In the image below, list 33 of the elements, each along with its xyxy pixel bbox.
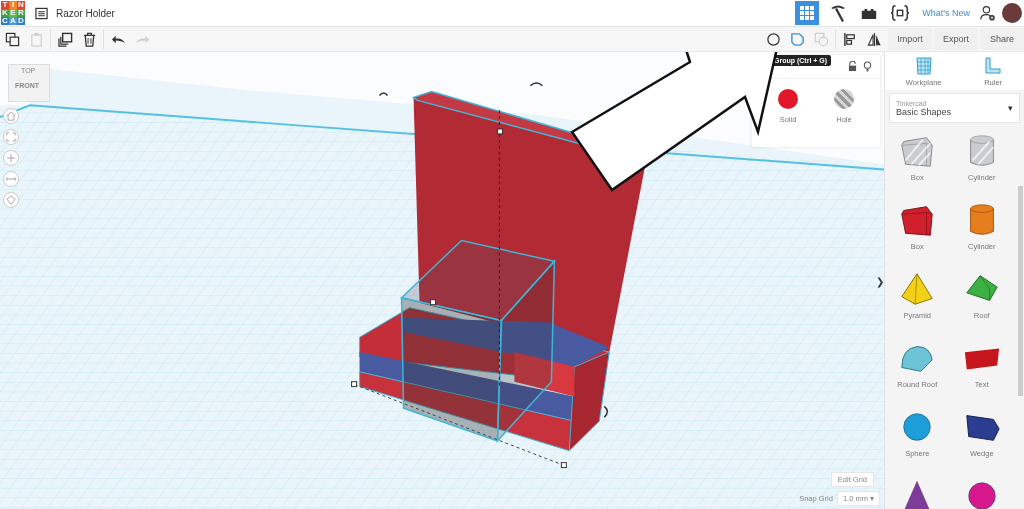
group-icon bbox=[789, 31, 805, 47]
ruler-icon bbox=[983, 56, 1004, 76]
mirror-icon bbox=[866, 31, 882, 47]
duplicate-icon bbox=[57, 31, 73, 47]
grid-plane-icon bbox=[913, 56, 934, 76]
minus-icon bbox=[6, 174, 16, 184]
paste-icon bbox=[28, 31, 44, 47]
lock-icon[interactable] bbox=[848, 61, 857, 72]
brick-icon bbox=[860, 6, 879, 20]
tinkercad-logo[interactable]: T I N K E R C A D bbox=[1, 1, 25, 25]
grid-view-button[interactable] bbox=[795, 1, 820, 25]
plus-icon bbox=[6, 153, 16, 163]
solid-color-swatch[interactable] bbox=[778, 89, 798, 109]
import-button[interactable]: Import bbox=[888, 28, 932, 50]
hole-color-swatch[interactable] bbox=[834, 89, 854, 109]
ungroup-icon bbox=[813, 31, 829, 47]
grid-icon bbox=[799, 5, 816, 21]
design-title[interactable]: Razor Holder bbox=[56, 7, 115, 19]
align-icon bbox=[842, 31, 858, 47]
share-button[interactable]: Share bbox=[980, 28, 1024, 50]
fit-icon bbox=[6, 132, 16, 142]
code-braces-icon bbox=[890, 4, 911, 22]
diamond-icon bbox=[6, 195, 16, 205]
whats-new-link[interactable]: What's New bbox=[922, 8, 970, 18]
list-icon[interactable] bbox=[35, 6, 48, 20]
light-bulb-icon[interactable] bbox=[863, 61, 872, 72]
export-button[interactable]: Export bbox=[934, 28, 978, 50]
collapse-panel-chevron[interactable]: ❯ bbox=[876, 276, 884, 287]
add-user-icon[interactable] bbox=[980, 5, 996, 21]
trash-icon bbox=[81, 31, 97, 47]
home-icon bbox=[6, 111, 16, 121]
user-avatar[interactable] bbox=[1002, 3, 1022, 23]
copy-icon bbox=[4, 31, 20, 47]
